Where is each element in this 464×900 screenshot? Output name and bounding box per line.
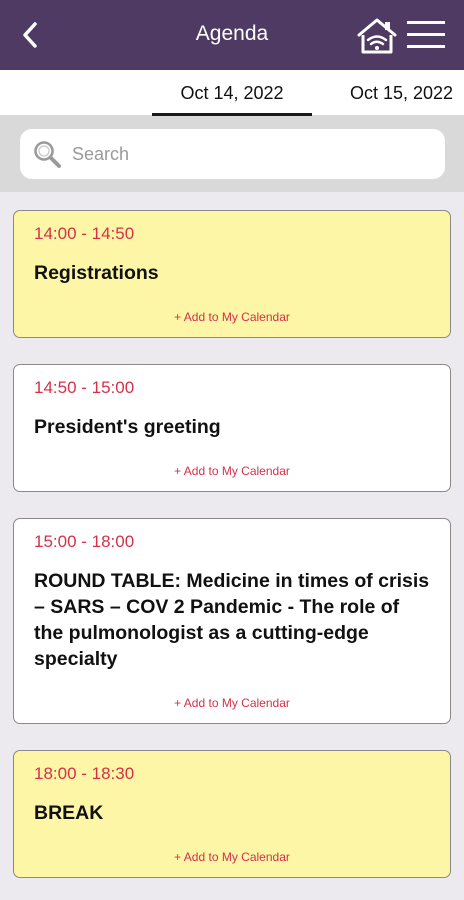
add-to-calendar-link[interactable]: + Add to My Calendar [14, 464, 450, 478]
agenda-item[interactable]: 18:00 - 18:30 BREAK + Add to My Calendar [13, 750, 451, 878]
hamburger-menu-icon [407, 21, 445, 48]
session-title: Registrations [34, 262, 159, 284]
agenda-item[interactable]: 15:00 - 18:00 ROUND TABLE: Medicine in t… [13, 518, 451, 724]
tab-oct-15[interactable]: Oct 15, 2022 [338, 70, 464, 116]
chevron-left-icon [23, 22, 37, 48]
add-to-calendar-link[interactable]: + Add to My Calendar [14, 310, 450, 324]
session-title: President's greeting [34, 416, 221, 438]
search-box[interactable] [20, 129, 445, 179]
search-bar-container [0, 116, 464, 192]
search-icon [34, 141, 61, 168]
agenda-item[interactable]: 14:50 - 15:00 President's greeting + Add… [13, 364, 451, 492]
menu-button[interactable] [405, 18, 449, 52]
session-time: 14:00 - 14:50 [34, 224, 135, 243]
add-to-calendar-link[interactable]: + Add to My Calendar [14, 696, 450, 710]
agenda-item[interactable]: 14:00 - 14:50 Registrations + Add to My … [13, 210, 451, 338]
home-wifi-icon [357, 18, 397, 54]
add-to-calendar-link[interactable]: + Add to My Calendar [14, 850, 450, 864]
tab-label: Oct 15, 2022 [350, 82, 454, 103]
session-time: 14:50 - 15:00 [34, 378, 135, 397]
session-title: BREAK [34, 802, 104, 824]
agenda-list: 14:00 - 14:50 Registrations + Add to My … [0, 192, 464, 900]
app-bar: Agenda [0, 0, 464, 70]
back-button[interactable] [14, 18, 48, 52]
search-input[interactable] [72, 129, 435, 179]
tab-oct-14[interactable]: Oct 14, 2022 [152, 70, 312, 116]
session-time: 15:00 - 18:00 [34, 532, 135, 551]
session-title: ROUND TABLE: Medicine in times of crisis… [34, 570, 430, 670]
session-time: 18:00 - 18:30 [34, 764, 135, 783]
tab-label: Oct 14, 2022 [180, 82, 284, 103]
home-button[interactable] [356, 16, 398, 56]
date-tabs: Oct 14, 2022 Oct 15, 2022 [0, 70, 464, 116]
